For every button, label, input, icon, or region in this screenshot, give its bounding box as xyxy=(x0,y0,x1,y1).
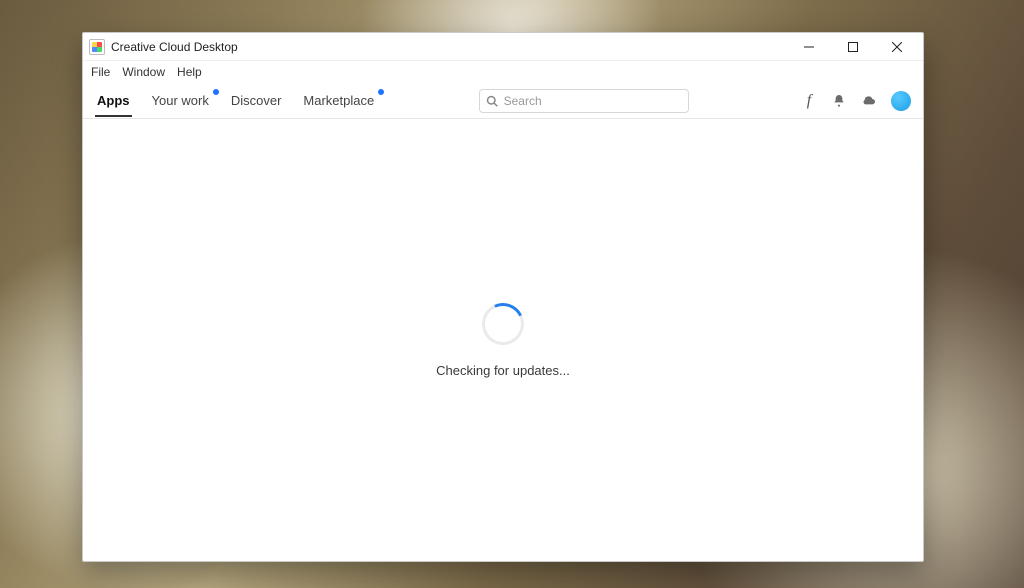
toolbar: Apps Your work Discover Marketplace xyxy=(83,83,923,119)
menubar: File Window Help xyxy=(83,61,923,83)
minimize-button[interactable] xyxy=(787,34,831,60)
tabs: Apps Your work Discover Marketplace xyxy=(95,83,376,118)
close-icon xyxy=(892,42,902,52)
spinner-icon xyxy=(476,297,530,351)
menu-window[interactable]: Window xyxy=(122,65,165,79)
fonts-icon[interactable]: f xyxy=(801,93,817,109)
maximize-button[interactable] xyxy=(831,34,875,60)
window-title: Creative Cloud Desktop xyxy=(111,40,238,54)
tab-discover[interactable]: Discover xyxy=(229,93,284,108)
close-button[interactable] xyxy=(875,34,919,60)
notification-dot-icon xyxy=(213,89,219,95)
right-icons: f xyxy=(801,91,911,111)
search-icon xyxy=(486,95,498,107)
bell-icon[interactable] xyxy=(831,93,847,109)
cloud-icon[interactable] xyxy=(861,93,877,109)
tab-label: Discover xyxy=(231,93,282,108)
tab-label: Marketplace xyxy=(303,93,374,108)
content-area: Checking for updates... xyxy=(83,119,923,561)
menu-help[interactable]: Help xyxy=(177,65,202,79)
status-text: Checking for updates... xyxy=(436,363,570,378)
tab-marketplace[interactable]: Marketplace xyxy=(301,93,376,108)
menu-file[interactable]: File xyxy=(91,65,110,79)
app-window: Creative Cloud Desktop File Window Help xyxy=(82,32,924,562)
search-wrap xyxy=(376,89,791,113)
search-box[interactable] xyxy=(479,89,689,113)
app-icon xyxy=(89,39,105,55)
tab-apps[interactable]: Apps xyxy=(95,93,132,108)
titlebar: Creative Cloud Desktop xyxy=(83,33,923,61)
tab-label: Your work xyxy=(152,93,209,108)
tab-label: Apps xyxy=(97,93,130,108)
avatar-icon[interactable] xyxy=(891,91,911,111)
maximize-icon xyxy=(848,42,858,52)
tab-your-work[interactable]: Your work xyxy=(150,93,211,108)
desktop-background: Creative Cloud Desktop File Window Help xyxy=(0,0,1024,588)
window-controls xyxy=(787,34,919,60)
minimize-icon xyxy=(804,42,814,52)
search-input[interactable] xyxy=(504,94,682,108)
